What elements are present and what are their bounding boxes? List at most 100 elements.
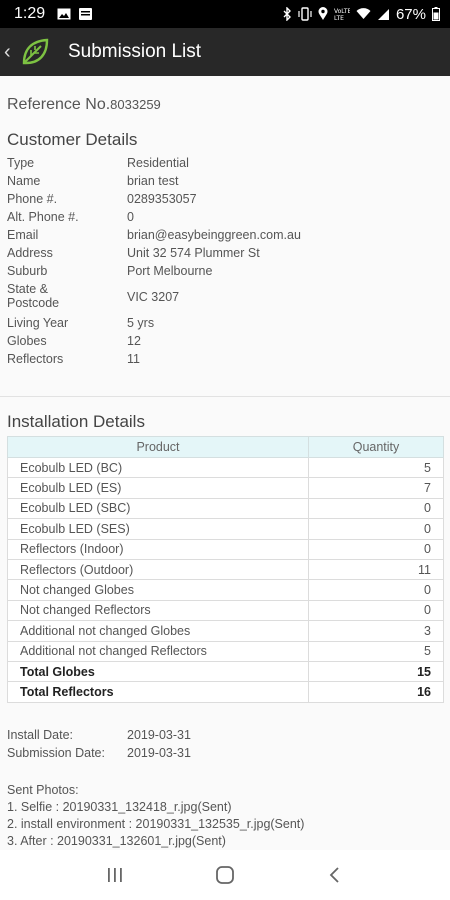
table-row: Ecobulb LED (ES) 7 [7,477,444,499]
customer-detail-value: 0 [127,210,134,224]
navigation-bar [0,850,450,900]
battery-percent: 67% [395,5,426,23]
quantity-cell: 0 [308,538,444,560]
customer-detail-row: Suburb Port Melbourne [7,264,437,282]
vibrate-icon [298,7,312,21]
installation-table: Product Quantity Ecobulb LED (BC) 5 Ecobul… [7,436,444,703]
customer-detail-label: Alt. Phone #. [7,210,79,224]
sent-photos-heading: Sent Photos: [7,783,79,797]
quantity-cell: 16 [308,681,444,703]
column-header-product: Product [7,436,309,458]
back-chevron-icon[interactable]: ‹ [4,41,18,64]
customer-detail-label: Address [7,246,53,260]
svg-text:VoLTE: VoLTE [334,8,350,15]
customer-detail-label: Name [7,174,41,188]
page-title: Submission List [68,41,202,62]
table-row: Reflectors (Outdoor) 11 [7,558,444,581]
product-cell: Ecobulb LED (SES) [7,518,309,540]
install-date-value: 2019-03-31 [127,728,191,742]
submission-date-value: 2019-03-31 [127,746,191,760]
table-row: Reflectors (Indoor) 0 [7,538,444,560]
submission-detail: Reference No.8033259 Customer Details Ty… [0,76,450,850]
customer-detail-label: Globes [7,334,47,348]
install-date-label: Install Date: [7,728,74,742]
customer-detail-row: Address Unit 32 574 Plummer St [7,246,437,264]
message-icon [79,8,93,20]
table-header-row: Product Quantity [7,436,444,458]
customer-detail-label: Living Year [7,316,69,330]
back-button[interactable] [315,855,355,895]
svg-text:LTE: LTE [334,15,344,21]
customer-detail-row: State & Postcode VIC 3207 [7,282,437,316]
customer-detail-row: Phone #. 0289353057 [7,192,437,210]
sent-photos: Sent Photos: 1. Selfie : 20190331_132418… [7,782,304,850]
customer-detail-row: Alt. Phone #. 0 [7,210,437,228]
photo-item: 2. install environment : 20190331_132535… [7,817,305,831]
customer-detail-label: Phone #. [7,192,58,206]
bluetooth-icon [283,7,292,21]
quantity-cell: 3 [308,620,444,642]
customer-detail-label: Type [7,156,35,170]
customer-detail-row: Type Residential [7,156,437,174]
home-button[interactable] [205,855,245,895]
quantity-cell: 0 [308,497,444,520]
wifi-icon [356,8,371,20]
recent-apps-button[interactable] [95,855,135,895]
location-icon [318,7,328,21]
table-row: Not changed Globes 0 [7,579,444,601]
product-cell: Not changed Reflectors [7,599,309,622]
customer-detail-value: brian@easybeinggreen.com.au [127,228,301,242]
customer-detail-label: Reflectors [7,352,64,366]
status-bar: 1:29 VoLTE LTE 67% [0,0,450,28]
quantity-cell: 5 [308,640,444,662]
customer-detail-value: brian test [127,174,179,188]
product-cell: Ecobulb LED (ES) [7,477,309,499]
customer-detail-value: VIC 3207 [127,290,180,304]
reference-number: Reference No.8033259 [7,96,161,114]
installation-details-heading: Installation Details [7,412,145,431]
quantity-cell: 0 [308,599,444,622]
quantity-cell: 0 [308,518,444,540]
product-cell: Ecobulb LED (SBC) [7,497,309,520]
quantity-cell: 7 [308,477,444,499]
product-cell: Not changed Globes [7,579,309,601]
product-cell: Ecobulb LED (BC) [7,456,309,479]
status-time: 1:29 [14,5,46,22]
customer-detail-row: Living Year 5 yrs [7,316,437,334]
customer-detail-value: 12 [127,334,141,348]
submission-date-label: Submission Date: [7,746,105,760]
column-header-quantity: Quantity [308,436,444,458]
product-cell: Additional not changed Globes [7,620,309,642]
photo-item: 1. Selfie : 20190331_132418_r.jpg(Sent) [7,800,232,814]
table-row: Ecobulb LED (BC) 5 [7,456,444,479]
product-cell: Total Globes [7,660,309,683]
customer-detail-value: Residential [127,156,189,170]
total-row: Total Globes 15 [7,660,444,683]
customer-detail-value: 0289353057 [127,192,197,206]
product-cell: Reflectors (Indoor) [7,538,309,560]
customer-detail-value: Port Melbourne [127,264,213,278]
table-row: Ecobulb LED (SBC) 0 [7,497,444,520]
customer-detail-value: Unit 32 574 Plummer St [127,246,260,260]
customer-detail-label: Suburb [7,264,48,278]
customer-detail-label: Email [7,228,39,242]
quantity-cell: 11 [308,558,444,581]
customer-detail-value: 5 yrs [127,316,155,330]
table-row: Additional not changed Reflectors 5 [7,640,444,662]
product-cell: Reflectors (Outdoor) [7,558,309,581]
image-icon [57,8,71,20]
quantity-cell: 0 [308,579,444,601]
quantity-cell: 5 [308,456,444,479]
leaf-logo-icon[interactable] [20,37,50,67]
customer-detail-label: State & Postcode [7,282,60,310]
total-row: Total Reflectors 16 [7,681,444,703]
volte-icon: VoLTE LTE [334,7,350,21]
customer-detail-row: Reflectors 11 [7,352,437,370]
customer-detail-value: 11 [127,352,140,366]
quantity-cell: 15 [308,660,444,683]
customer-detail-row: Email brian@easybeinggreen.com.au [7,228,437,246]
product-cell: Total Reflectors [7,681,309,703]
table-row: Additional not changed Globes 3 [7,620,444,642]
reference-value: 8033259 [110,97,161,112]
app-bar: ‹ Submission List [0,28,450,76]
